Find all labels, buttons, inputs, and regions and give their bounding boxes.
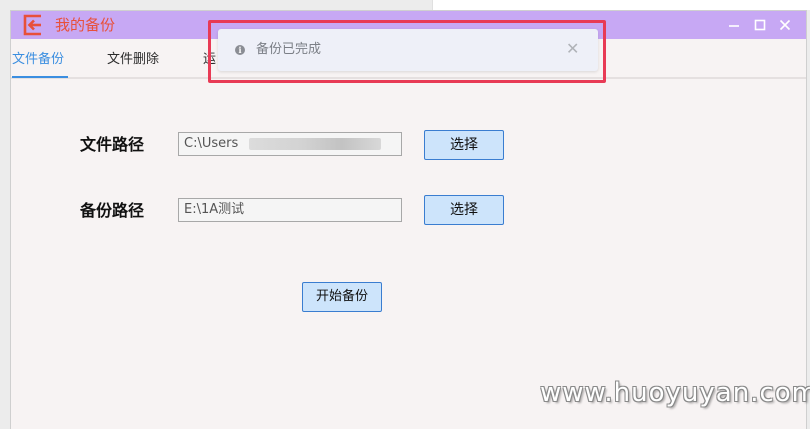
window-title: 我的备份	[55, 16, 116, 34]
active-tab-indicator	[12, 76, 68, 78]
exit-app-icon	[23, 14, 41, 36]
start-backup-button[interactable]: 开始备份	[302, 282, 382, 312]
file-path-value: C:\Users	[184, 136, 239, 151]
choose-file-path-button[interactable]: 选择	[424, 130, 504, 160]
choose-backup-path-button[interactable]: 选择	[424, 195, 504, 225]
watermark-text: www.huoyuyan.com	[540, 378, 810, 408]
minimize-icon[interactable]	[724, 15, 744, 35]
backup-path-label: 备份路径	[80, 201, 145, 220]
tab-file-backup[interactable]: 文件备份	[12, 52, 64, 68]
maximize-icon[interactable]	[750, 15, 770, 35]
backup-path-value: E:\1A测试	[184, 202, 245, 217]
background-window	[432, 0, 810, 10]
close-icon[interactable]	[775, 15, 795, 35]
background-divider	[432, 0, 433, 10]
file-path-field[interactable]: C:\Users	[178, 132, 402, 156]
tab-file-delete[interactable]: 文件删除	[107, 52, 159, 68]
file-path-label: 文件路径	[80, 135, 145, 154]
backup-path-field[interactable]: E:\1A测试	[178, 198, 402, 222]
highlight-box	[208, 20, 606, 83]
redacted-path	[249, 138, 381, 150]
